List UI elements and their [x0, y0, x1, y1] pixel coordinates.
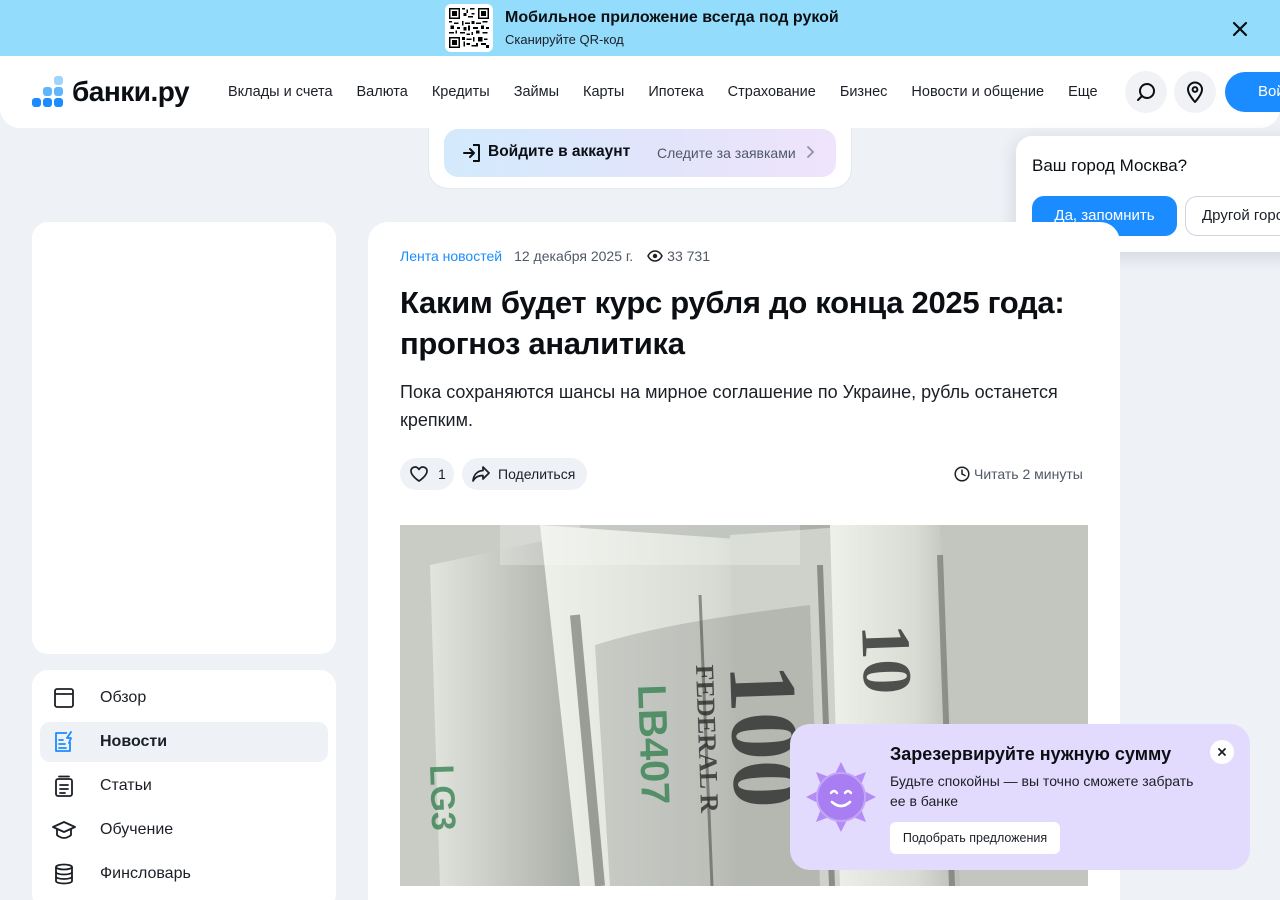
svg-text:LG3: LG3 — [422, 764, 462, 831]
article-lead: Пока сохраняются шансы на мирное соглаше… — [400, 382, 1058, 430]
sidebar-item-label: Обучение — [100, 821, 174, 838]
promo-title: Мобильное приложение всегда под рукой — [505, 9, 839, 26]
sidebar-item-dictionary[interactable]: Финсловарь — [40, 854, 328, 894]
article-meta: Лента новостей 12 декабря 2025 г. 33 731 — [400, 248, 710, 264]
qr-code-icon — [445, 4, 493, 52]
clock-icon — [954, 466, 970, 482]
search-icon — [1137, 83, 1155, 101]
city-question: Ваш город Москва? — [1032, 156, 1188, 175]
read-time: Читать 2 минуты — [954, 466, 1083, 482]
svg-text:10: 10 — [846, 623, 925, 696]
login-button[interactable]: Войти — [1225, 72, 1280, 112]
close-icon[interactable] — [1228, 17, 1252, 41]
promo-card-close-button[interactable] — [1210, 740, 1234, 764]
education-icon — [52, 818, 76, 842]
sidebar-item-label: Обзор — [100, 689, 147, 706]
nav-insurance[interactable]: Страхование — [728, 84, 816, 100]
sidebar-item-label: Новости — [100, 733, 168, 750]
sidebar-item-news[interactable]: Новости — [40, 722, 328, 762]
svg-text:LB407: LB407 — [629, 684, 677, 806]
find-offers-button[interactable]: Подобрать предложения — [890, 822, 1060, 854]
site-header: банки.ру Вклады и счета Валюта Кредиты З… — [0, 56, 1280, 128]
city-other-button[interactable]: Другой город — [1185, 196, 1280, 236]
promo-card-title: Зарезервируйте нужную сумму — [890, 744, 1172, 764]
like-count: 1 — [438, 466, 446, 482]
site-logo[interactable]: банки.ру — [32, 75, 190, 109]
ad-placeholder — [32, 222, 336, 654]
logo-text: банки.ру — [72, 76, 190, 107]
login-bar-label: Войдите в аккаунт — [488, 143, 631, 160]
logo-icon — [32, 76, 63, 107]
nav-cards[interactable]: Карты — [583, 84, 624, 100]
sidebar-item-label: Статьи — [100, 777, 152, 794]
share-button[interactable]: Поделиться — [462, 458, 587, 490]
share-icon — [472, 466, 490, 482]
nav-more[interactable]: Еще — [1068, 84, 1098, 100]
article-title: Каким будет курс рубля до конца 2025 год… — [400, 285, 1065, 361]
sidebar-item-articles[interactable]: Статьи — [40, 766, 328, 806]
sidebar-item-education[interactable]: Обучение — [40, 810, 328, 850]
article-date: 12 декабря 2025 г. — [514, 248, 634, 264]
sidebar-item-label: Финсловарь — [100, 865, 191, 882]
article-views: 33 731 — [647, 248, 710, 264]
reserve-promo-card: Зарезервируйте нужную сумму Будьте споко… — [790, 724, 1250, 870]
like-button[interactable]: 1 — [400, 458, 454, 490]
articles-icon — [52, 774, 76, 798]
nav-business[interactable]: Бизнес — [840, 84, 888, 100]
close-icon — [1218, 748, 1226, 756]
promo-card-description: Будьте спокойны — вы точно сможете забра… — [890, 773, 1194, 809]
promo-subtitle: Сканируйте QR-код — [505, 32, 624, 47]
login-bar[interactable]: Войдите в аккаунт Следите за заявками — [444, 129, 836, 177]
search-button[interactable] — [1125, 71, 1167, 113]
news-icon — [52, 730, 76, 754]
chevron-right-icon — [807, 146, 815, 158]
nav-mortgage[interactable]: Ипотека — [648, 84, 703, 100]
main-nav: Вклады и счета Валюта Кредиты Займы Карт… — [228, 84, 1122, 100]
nav-deposits[interactable]: Вклады и счета — [228, 84, 333, 100]
nav-news[interactable]: Новости и общение — [911, 84, 1044, 100]
views-count: 33 731 — [667, 248, 710, 264]
section-menu: Обзор Новости Статьи Обучение Финсловарь — [32, 670, 336, 900]
sidebar-item-overview[interactable]: Обзор — [40, 678, 328, 718]
app-promo-banner: Мобильное приложение всегда под рукой Ск… — [0, 0, 1280, 56]
nav-currency[interactable]: Валюта — [357, 84, 408, 100]
login-icon — [463, 144, 480, 162]
news-feed-link[interactable]: Лента новостей — [400, 248, 502, 264]
nav-loans[interactable]: Займы — [514, 84, 559, 100]
nav-credits[interactable]: Кредиты — [432, 84, 490, 100]
heart-icon — [410, 466, 428, 482]
login-bar-hint: Следите за заявками — [657, 145, 796, 161]
read-time-label: Читать 2 минуты — [974, 466, 1083, 482]
location-pin-icon — [1186, 81, 1204, 103]
eye-icon — [647, 250, 664, 262]
share-label: Поделиться — [498, 466, 576, 482]
dictionary-icon — [52, 862, 76, 886]
location-button[interactable] — [1174, 71, 1216, 113]
overview-icon — [52, 686, 76, 710]
smiling-sun-icon — [806, 762, 876, 832]
